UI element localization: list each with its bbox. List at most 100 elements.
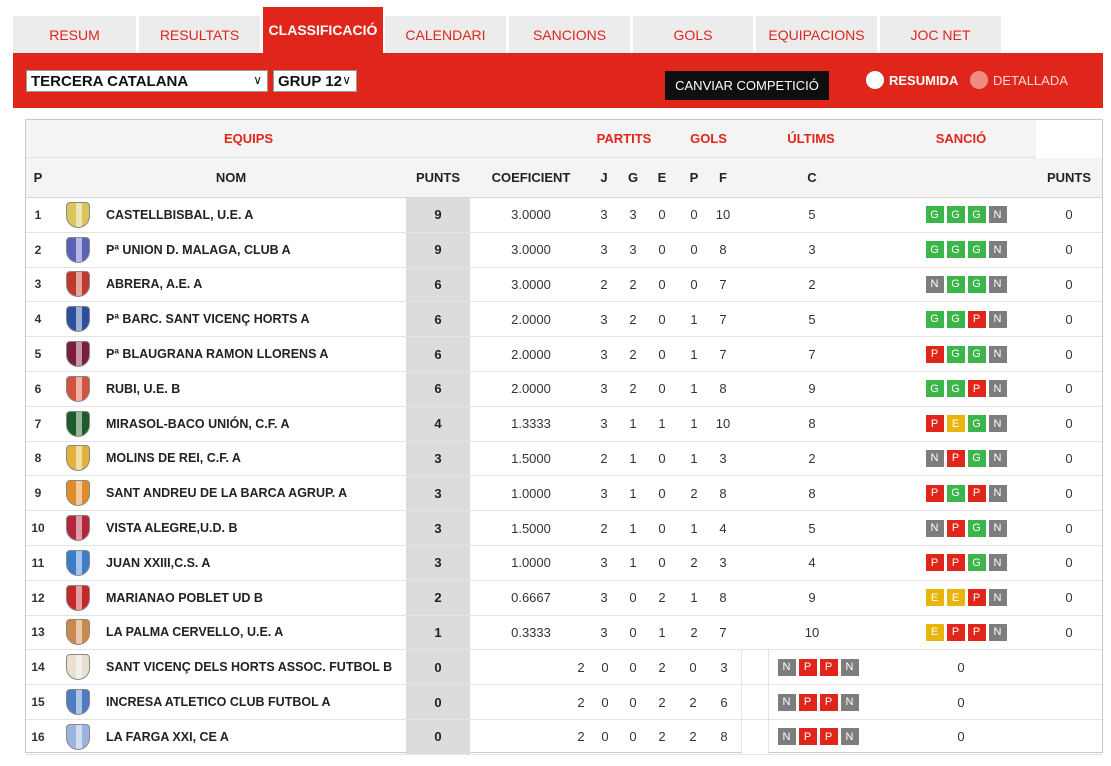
row-punts: 4 <box>406 406 470 441</box>
table-row[interactable]: 10 VISTA ALEGRE,U.D. B 3 1.5000 2 1 0 1 4 5 N P G N 0 <box>26 511 1102 546</box>
last-results: GGGN <box>916 198 1016 232</box>
table-row[interactable]: 12 MARIANAO POBLET UD B 2 0.6667 3 0 2 1 8 9 E E P N 0 <box>26 580 1102 616</box>
table-row[interactable]: 1 CASTELLBISBAL, U.E. A 9 3.0000 3 3 0 0 10 5 G G G N… <box>26 198 1102 233</box>
row-punts: 3 <box>406 441 470 476</box>
team-name[interactable]: ABRERA, A.E. A <box>106 268 406 302</box>
row-e: 0 <box>658 520 666 536</box>
row-c: 8 <box>808 485 816 501</box>
table-row[interactable]: 5 Pª BLAUGRANA RAMON LLORENS A 6 2.0000 3 2 0 1… <box>26 337 1102 372</box>
row-coeficient: 1.5000 <box>511 520 551 536</box>
row-f: 8 <box>719 590 727 606</box>
result-badge: P <box>946 554 965 572</box>
view-summary-radio[interactable]: RESUMIDA <box>866 71 958 89</box>
team-name[interactable]: MIRASOL-BACO UNIÓN, C.F. A <box>106 407 406 441</box>
table-group-header: EQUIPS PARTITS GOLS ÚLTIMS SANCIÓ <box>26 120 1102 158</box>
view-summary-label: RESUMIDA <box>889 72 959 88</box>
team-name[interactable]: Pª UNION D. MALAGA, CLUB A <box>106 233 406 267</box>
result-badge: G <box>946 275 965 293</box>
table-row[interactable]: 2 Pª UNION D. MALAGA, CLUB A 9 3.0000 3 3 0 0 8 3… <box>26 232 1102 268</box>
result-badge: P <box>798 728 817 746</box>
last-results: PPGN <box>916 546 1016 580</box>
team-name[interactable]: SANT VICENÇ DELS HORTS ASSOC. FUTBOL B <box>106 650 406 684</box>
tab-0[interactable]: RESUM <box>13 16 136 53</box>
row-p: 2 <box>690 555 698 571</box>
row-position: 7 <box>34 416 42 431</box>
row-p: 1 <box>690 450 698 466</box>
row-punts: 1 <box>406 615 470 650</box>
row-punts: 6 <box>406 302 470 337</box>
row-g: 0 <box>629 624 637 640</box>
last-results: NPPN <box>768 685 868 719</box>
last-results: GGGN <box>916 233 1016 267</box>
table-row[interactable]: 4 Pª BARC. SANT VICENÇ HORTS A 6 2.0000 3 2 0 1… <box>26 302 1102 338</box>
group-select[interactable]: GRUP 12 ∨ <box>273 70 357 92</box>
row-coeficient: 0.3333 <box>511 624 551 640</box>
team-name[interactable]: MARIANAO POBLET UD B <box>106 581 406 615</box>
team-crest-icon <box>64 476 92 510</box>
table-row[interactable]: 14 SANT VICENÇ DELS HORTS ASSOC. FUTBOL B… <box>26 650 1102 686</box>
team-name[interactable]: LA PALMA CERVELLO, U.E. A <box>106 616 406 650</box>
team-name[interactable]: CASTELLBISBAL, U.E. A <box>106 198 406 232</box>
result-badge: N <box>988 345 1007 363</box>
result-badge: G <box>946 310 965 328</box>
result-badge: N <box>988 241 1007 259</box>
header-ultims: ÚLTIMS <box>787 131 835 146</box>
row-c: 2 <box>808 450 816 466</box>
tab-7[interactable]: JOC NET <box>880 16 1001 53</box>
table-row[interactable]: 6 RUBI, U.E. B 6 2.0000 3 2 0 1 8 9 G G P N 0 <box>26 372 1102 407</box>
col-c: C <box>807 170 817 185</box>
table-row[interactable]: 16 LA FARGA XXI, CE A0200228NPPN0 <box>26 720 1102 755</box>
table-row[interactable]: 13 LA PALMA CERVELLO, U.E. A 1 0.3333 3 0 1 2 7 1… <box>26 615 1102 651</box>
team-crest-icon <box>64 372 92 406</box>
table-row[interactable]: 7 MIRASOL-BACO UNIÓN, C.F. A 4 1.3333 3 1 1 1 10… <box>26 406 1102 442</box>
table-row[interactable]: 15 INCRESA ATLETICO CLUB FUTBOL A0200226N… <box>26 685 1102 720</box>
row-punts: 6 <box>406 337 470 371</box>
row-c: 9 <box>808 381 816 397</box>
table-row[interactable]: 8 MOLINS DE REI, C.F. A 3 1.5000 2 1 0 1 3 2 N P G N 0 <box>26 441 1102 477</box>
team-name[interactable]: Pª BARC. SANT VICENÇ HORTS A <box>106 302 406 336</box>
row-p: 2 <box>658 694 666 710</box>
table-row[interactable]: 11 JUAN XXIII,C.S. A 3 1.0000 3 1 0 2 3 4 P P G N 0 <box>26 546 1102 581</box>
team-name[interactable]: RUBI, U.E. B <box>106 372 406 406</box>
row-sancio: 0 <box>1065 381 1073 397</box>
row-e: 0 <box>658 346 666 362</box>
result-badge: P <box>946 449 965 467</box>
result-badge: E <box>925 589 944 607</box>
tab-4[interactable]: SANCIONS <box>509 16 630 53</box>
row-e: 0 <box>658 207 666 223</box>
row-e: 0 <box>629 659 637 675</box>
table-row[interactable]: 9 SANT ANDREU DE LA BARCA AGRUP. A 3 1.0000… <box>26 476 1102 512</box>
table-row[interactable]: 3 ABRERA, A.E. A 6 3.0000 2 2 0 0 7 2 N G G N 0 <box>26 267 1102 303</box>
row-p: 2 <box>658 659 666 675</box>
tab-3[interactable]: CALENDARI <box>385 16 506 53</box>
row-g: 3 <box>629 242 637 258</box>
tab-1[interactable]: RESULTATS <box>139 16 260 53</box>
tab-6[interactable]: EQUIPACIONS <box>756 16 877 53</box>
result-badge: P <box>925 484 944 502</box>
row-sancio: 0 <box>1065 485 1073 501</box>
team-name[interactable]: JUAN XXIII,C.S. A <box>106 546 406 580</box>
tab-2[interactable]: CLASSIFICACIÓ <box>263 7 383 53</box>
team-crest-icon <box>64 268 92 302</box>
tab-5[interactable]: GOLS <box>633 16 753 53</box>
last-results: GGPN <box>916 372 1016 406</box>
view-detailed-radio[interactable]: DETALLADA <box>970 71 1068 89</box>
team-crest-icon <box>64 233 92 267</box>
row-j: 2 <box>577 729 585 745</box>
team-name[interactable]: MOLINS DE REI, C.F. A <box>106 442 406 476</box>
change-competition-button[interactable]: CANVIAR COMPETICIÓ <box>665 71 829 100</box>
competition-select[interactable]: TERCERA CATALANA ∨ <box>26 70 268 92</box>
result-badge: N <box>988 310 1007 328</box>
result-badge: N <box>777 728 796 746</box>
team-name[interactable]: Pª BLAUGRANA RAMON LLORENS A <box>106 337 406 371</box>
team-name[interactable]: INCRESA ATLETICO CLUB FUTBOL A <box>106 685 406 719</box>
last-results: NGGN <box>916 268 1016 302</box>
team-crest-icon <box>64 650 92 684</box>
team-name[interactable]: SANT ANDREU DE LA BARCA AGRUP. A <box>106 476 406 510</box>
row-sancio: 0 <box>1065 450 1073 466</box>
team-crest-icon <box>64 198 92 232</box>
team-name[interactable]: VISTA ALEGRE,U.D. B <box>106 511 406 545</box>
team-name[interactable]: LA FARGA XXI, CE A <box>106 720 406 754</box>
row-punts: 3 <box>406 511 470 545</box>
result-badge: N <box>988 589 1007 607</box>
